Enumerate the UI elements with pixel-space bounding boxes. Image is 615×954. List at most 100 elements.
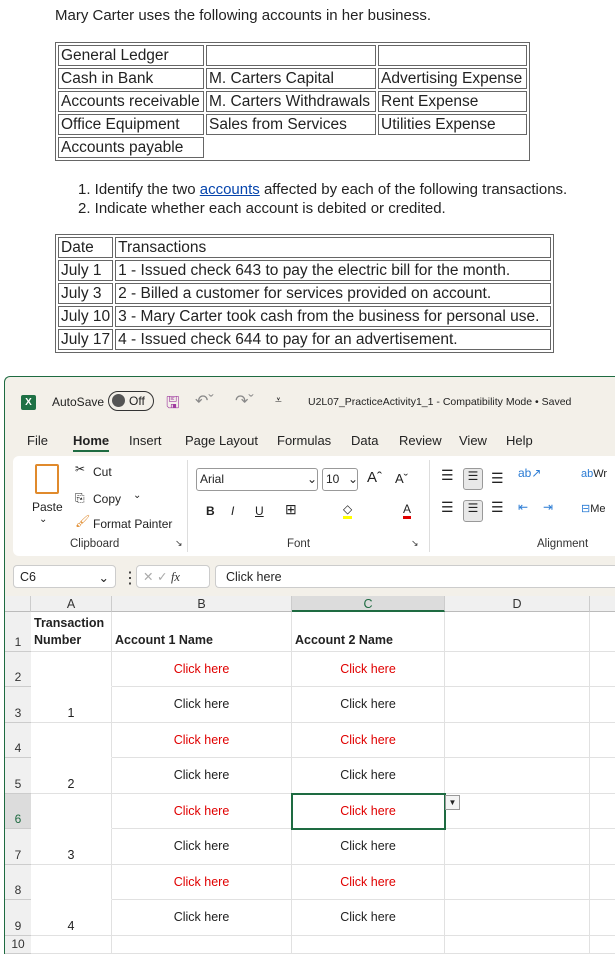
fx-icon[interactable]: fx xyxy=(171,570,180,584)
tab-review[interactable]: Review xyxy=(399,433,442,448)
accounts-link[interactable]: accounts xyxy=(200,181,260,198)
click-here-cell[interactable]: Click here xyxy=(112,900,292,936)
selected-cell-c6[interactable]: Click here xyxy=(291,793,446,830)
clipboard-group-label: Clipboard xyxy=(70,538,120,550)
click-here-cell[interactable]: Click here xyxy=(112,794,292,829)
name-box[interactable]: C6 ⌄ xyxy=(13,565,116,588)
click-here-cell[interactable]: Click here xyxy=(292,900,445,936)
cut-button[interactable]: Cut xyxy=(93,465,112,479)
cell xyxy=(31,723,112,758)
click-here-cell[interactable]: Click here xyxy=(112,652,292,687)
column-header-a[interactable]: A xyxy=(31,596,112,612)
row-header-8[interactable]: 8 xyxy=(5,865,31,900)
row-header-1[interactable]: 1 xyxy=(5,612,31,652)
clipboard-launcher-icon[interactable]: ↘ xyxy=(175,538,183,549)
click-here-cell[interactable]: Click here xyxy=(292,758,445,794)
table-cell: July 1 xyxy=(58,260,114,281)
click-here-cell[interactable]: Click here xyxy=(112,723,292,758)
redo-icon[interactable]: ↷ˇ xyxy=(235,391,254,411)
table-cell xyxy=(206,45,376,66)
click-here-cell[interactable]: Click here xyxy=(292,829,445,865)
align-middle-icon[interactable]: ☰ xyxy=(463,468,483,490)
decrease-font-icon[interactable]: Aˇ xyxy=(395,471,408,486)
paste-dropdown-icon[interactable]: ⌄ xyxy=(39,514,47,525)
column-header-e[interactable] xyxy=(590,596,615,612)
increase-indent-icon[interactable]: ⇥ xyxy=(543,500,553,514)
click-here-cell[interactable]: Click here xyxy=(112,829,292,865)
autosave-toggle[interactable]: Off xyxy=(108,391,154,411)
table-header: Date xyxy=(58,237,114,258)
tab-page-layout[interactable]: Page Layout xyxy=(185,433,258,448)
undo-icon[interactable]: ↶ˇ xyxy=(195,391,214,411)
row-header-6[interactable]: 6 xyxy=(5,794,31,829)
align-bottom-icon[interactable]: ☰ xyxy=(491,470,504,487)
fill-color-icon[interactable]: ◇ xyxy=(343,502,353,519)
save-icon[interactable]: 🖫 xyxy=(166,392,180,419)
formula-input[interactable]: Click here xyxy=(215,565,615,588)
format-painter-icon: 🖌 xyxy=(75,514,91,528)
tab-help[interactable]: Help xyxy=(506,433,533,448)
table-cell: Sales from Services xyxy=(206,114,376,135)
cell xyxy=(445,829,590,865)
align-right-icon[interactable]: ☰ xyxy=(491,499,504,516)
column-header-c[interactable]: C xyxy=(292,596,445,612)
font-size-select[interactable]: 10 ⌄ xyxy=(322,468,358,491)
tab-data[interactable]: Data xyxy=(351,433,378,448)
tab-formulas[interactable]: Formulas xyxy=(277,433,331,448)
row-header-2[interactable]: 2 xyxy=(5,652,31,687)
row-header-10[interactable]: 10 xyxy=(5,936,31,954)
row-header-3[interactable]: 3 xyxy=(5,687,31,723)
font-name-select[interactable]: Arial ⌄ xyxy=(196,468,318,491)
italic-button[interactable]: I xyxy=(231,504,234,518)
tab-insert[interactable]: Insert xyxy=(129,433,162,448)
increase-font-icon[interactable]: Aˆ xyxy=(367,469,382,486)
transaction-number-cell: 2 xyxy=(31,758,112,794)
tab-file[interactable]: File xyxy=(27,433,48,448)
tab-view[interactable]: View xyxy=(459,433,487,448)
column-header-d[interactable]: D xyxy=(445,596,590,612)
decrease-indent-icon[interactable]: ⇤ xyxy=(518,500,528,514)
copy-dropdown-icon[interactable]: ⌄ xyxy=(133,490,141,501)
enter-icon[interactable]: ✓ xyxy=(157,570,167,584)
row-header-4[interactable]: 4 xyxy=(5,723,31,758)
dropdown-arrow-icon[interactable]: ▼ xyxy=(445,795,460,810)
header-cell: Transaction Number xyxy=(31,612,112,652)
row-header-9[interactable]: 9 xyxy=(5,900,31,936)
click-here-cell[interactable]: Click here xyxy=(292,865,445,900)
font-launcher-icon[interactable]: ↘ xyxy=(411,538,419,549)
cancel-icon[interactable]: ✕ xyxy=(143,570,153,584)
wrap-text-button[interactable]: abWr xyxy=(581,468,607,480)
merge-center-button[interactable]: ⊟Me xyxy=(581,502,606,515)
cut-icon: ✂ xyxy=(75,462,86,476)
font-color-icon[interactable]: A xyxy=(403,502,412,519)
click-here-cell[interactable]: Click here xyxy=(112,687,292,723)
underline-button[interactable]: U xyxy=(255,504,264,518)
instructions-list: 1. Identify the two accounts affected by… xyxy=(78,181,567,218)
align-center-icon[interactable]: ☰ xyxy=(463,500,483,522)
align-left-icon[interactable]: ☰ xyxy=(441,499,454,516)
accounts-table: General Ledger Cash in Bank M. Carters Ca… xyxy=(55,42,530,161)
select-all-button[interactable] xyxy=(5,596,31,612)
paste-icon[interactable] xyxy=(35,464,59,494)
copy-button[interactable]: Copy xyxy=(93,492,121,506)
click-here-cell[interactable]: Click here xyxy=(292,652,445,687)
click-here-cell[interactable]: Click here xyxy=(112,865,292,900)
cell xyxy=(445,652,590,687)
cell xyxy=(445,687,590,723)
customize-toolbar-icon[interactable]: ⩡ xyxy=(275,393,282,408)
orientation-icon[interactable]: ab↗ xyxy=(518,466,541,480)
align-top-icon[interactable]: ☰ xyxy=(441,467,454,484)
row-header-7[interactable]: 7 xyxy=(5,829,31,865)
table-cell: Cash in Bank xyxy=(58,68,204,89)
column-header-b[interactable]: B xyxy=(112,596,292,612)
format-painter-button[interactable]: Format Painter xyxy=(93,517,172,531)
alignment-group-label: Alignment xyxy=(537,538,589,550)
click-here-cell[interactable]: Click here xyxy=(292,723,445,758)
borders-icon[interactable]: ⊞ xyxy=(285,501,297,518)
tab-home[interactable]: Home xyxy=(73,433,110,452)
row-header-5[interactable]: 5 xyxy=(5,758,31,794)
click-here-cell[interactable]: Click here xyxy=(112,758,292,794)
bold-button[interactable]: B xyxy=(206,504,215,518)
paste-button[interactable]: Paste xyxy=(32,500,63,514)
click-here-cell[interactable]: Click here xyxy=(292,687,445,723)
